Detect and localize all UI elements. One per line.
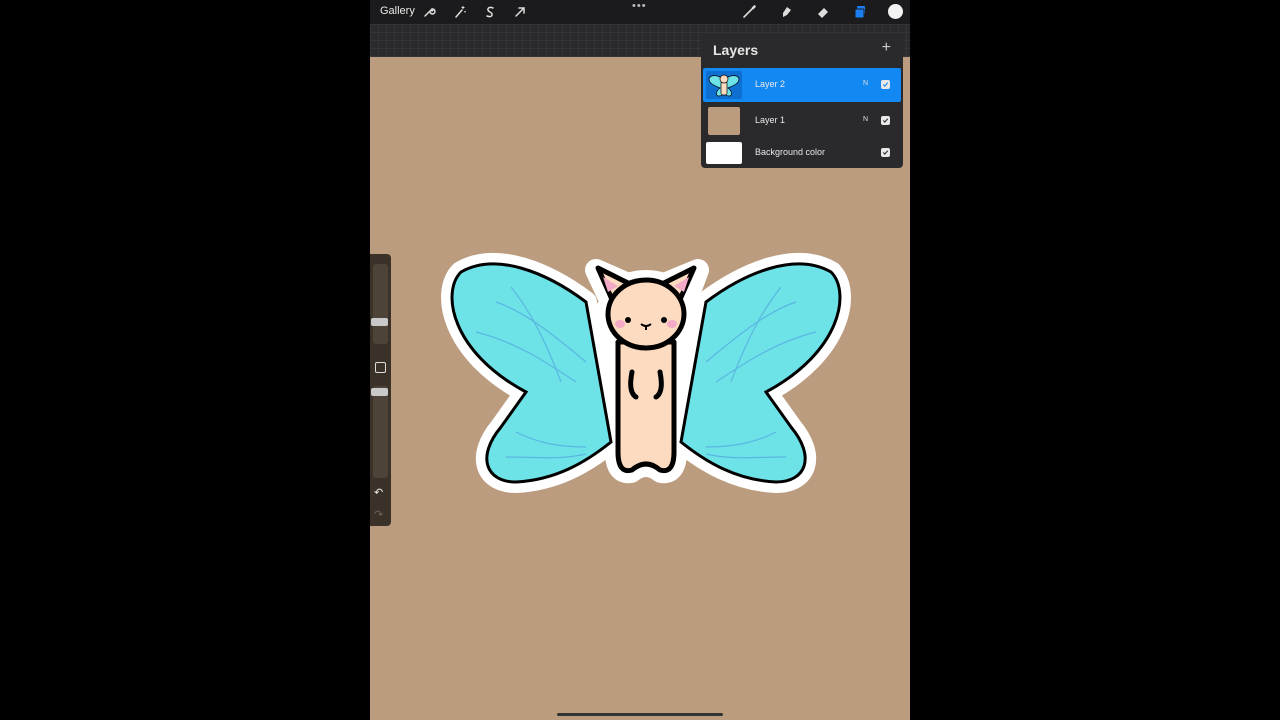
opacity-slider[interactable] bbox=[371, 386, 388, 478]
layers-title: Layers bbox=[713, 42, 759, 58]
more-options-icon[interactable]: ••• bbox=[632, 0, 647, 12]
home-indicator[interactable] bbox=[557, 713, 723, 716]
smudge-icon[interactable] bbox=[777, 3, 795, 21]
layer-thumbnail bbox=[706, 71, 742, 99]
visibility-checkbox[interactable] bbox=[881, 116, 890, 125]
gallery-button[interactable]: Gallery bbox=[380, 5, 415, 17]
opacity-thumb[interactable] bbox=[371, 388, 388, 396]
cat-body bbox=[615, 339, 677, 474]
layer-row-layer-1[interactable]: Layer 1 N bbox=[703, 104, 901, 138]
layers-icon[interactable] bbox=[851, 3, 869, 21]
visibility-checkbox[interactable] bbox=[881, 148, 890, 157]
brush-icon[interactable] bbox=[740, 3, 758, 21]
modify-button[interactable] bbox=[375, 362, 386, 373]
layer-thumbnail bbox=[706, 142, 742, 164]
eraser-icon[interactable] bbox=[814, 3, 832, 21]
top-toolbar: Gallery ••• bbox=[370, 0, 910, 24]
color-picker-swatch[interactable] bbox=[888, 4, 903, 19]
blend-mode-button[interactable]: N bbox=[863, 80, 868, 87]
undo-button[interactable]: ↶ bbox=[374, 486, 383, 499]
add-layer-button[interactable]: + bbox=[882, 39, 891, 57]
brush-size-thumb[interactable] bbox=[371, 318, 388, 326]
procreate-screen: Gallery ••• ↶ ↷ Layers + Layer 2 N Layer… bbox=[370, 0, 910, 720]
layer-name: Background color bbox=[755, 147, 826, 157]
layer-thumbnail bbox=[708, 107, 740, 135]
transform-arrow-icon[interactable] bbox=[511, 3, 529, 21]
brush-size-slider[interactable] bbox=[371, 264, 388, 344]
wrench-icon[interactable] bbox=[420, 3, 438, 21]
cat-head bbox=[605, 277, 687, 351]
layer-row-layer-2[interactable]: Layer 2 N bbox=[703, 68, 901, 102]
fairy-cat-sticker bbox=[441, 253, 851, 493]
visibility-checkbox[interactable] bbox=[881, 80, 890, 89]
layer-name: Layer 1 bbox=[755, 115, 786, 125]
brush-sidebar: ↶ ↷ bbox=[370, 254, 391, 526]
magic-wand-icon[interactable] bbox=[451, 3, 469, 21]
layer-row-background-color[interactable]: Background color bbox=[703, 136, 901, 170]
layers-panel: Layers + Layer 2 N Layer 1 N Background … bbox=[701, 34, 903, 168]
blend-mode-button[interactable]: N bbox=[863, 116, 868, 123]
layer-name: Layer 2 bbox=[755, 79, 786, 89]
selection-icon[interactable] bbox=[481, 3, 499, 21]
redo-button[interactable]: ↷ bbox=[374, 508, 383, 521]
